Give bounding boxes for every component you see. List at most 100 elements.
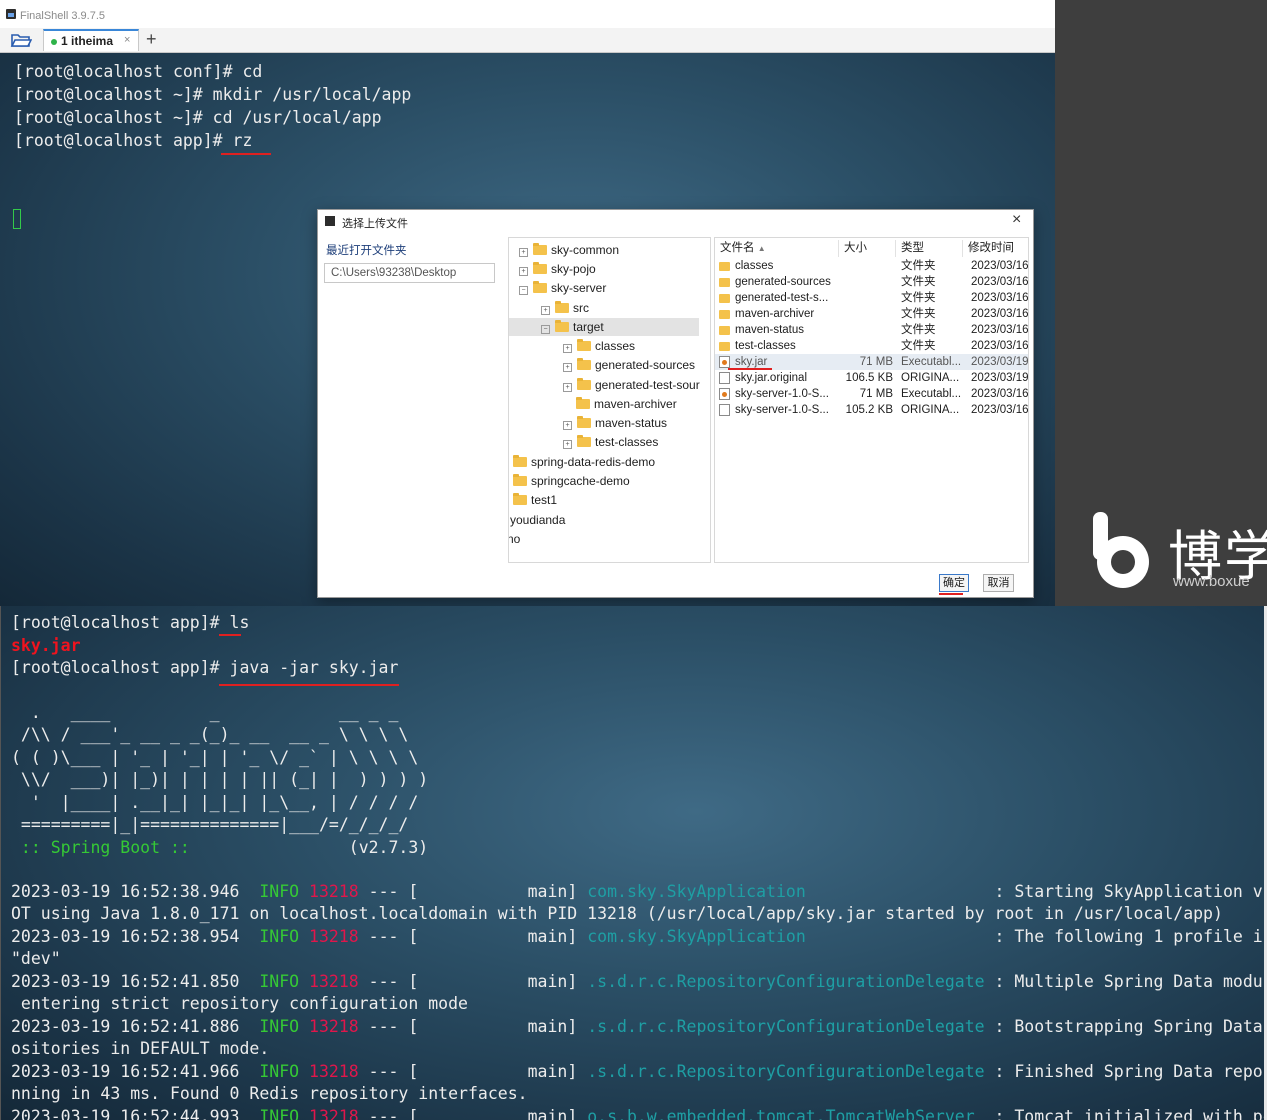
tab-itheima[interactable]: 1 itheima × <box>43 29 139 51</box>
expand-icon[interactable]: + <box>563 383 572 392</box>
tree-item-label: youdianda <box>510 513 566 527</box>
expand-icon[interactable]: + <box>563 421 572 430</box>
collapse-icon[interactable]: − <box>519 286 528 295</box>
terminal-bottom[interactable]: [root@localhost app]# ls sky.jar [root@l… <box>0 606 1264 1120</box>
highlight-underline <box>219 684 399 686</box>
tree-item-sky-server[interactable]: − sky-server <box>519 279 606 297</box>
tree-item-label: maven-status <box>595 416 668 430</box>
log-thread: --- [ main] <box>358 1107 588 1120</box>
tree-item-youdianda[interactable]: youdianda <box>510 511 565 529</box>
sort-up-icon: ▲ <box>757 244 766 253</box>
boxue-logo-icon <box>1093 512 1149 588</box>
tree-item-label: no <box>508 532 521 546</box>
log-line: 2023-03-19 16:52:41.886 INFO 13218 --- [… <box>11 1017 1264 1036</box>
file-row[interactable]: classes 文件夹 2023/03/16 <box>715 258 1028 274</box>
folder-tree: + sky-common + sky-pojo − sky-server + src −… <box>508 237 711 563</box>
file-name: sky-server-1.0-S... <box>735 388 829 400</box>
ok-button[interactable]: 确定 <box>939 574 969 592</box>
column-header-type[interactable]: 类型 <box>896 240 963 257</box>
tree-item-classes[interactable]: + classes <box>563 337 635 355</box>
file-type: 文件夹 <box>901 276 936 288</box>
path-field[interactable] <box>324 263 495 283</box>
log-message: : Finished Spring Data repository <box>994 1062 1264 1081</box>
column-header-size[interactable]: 大小 <box>839 240 896 257</box>
tree-item-generated-test-sources[interactable]: + generated-test-sour <box>563 376 700 394</box>
expand-icon[interactable]: + <box>519 267 528 276</box>
file-row[interactable]: sky.jar.original 106.5 KB ORIGINA... 2023/0… <box>715 370 1028 386</box>
terminal-cursor <box>13 209 21 229</box>
highlight-underline <box>219 634 241 636</box>
tree-item-sky-common[interactable]: + sky-common <box>519 241 619 259</box>
finalshell-window: FinalShell 3.9.7.5 1 itheima × + [root@l… <box>0 0 1055 606</box>
tree-item-springcache-demo[interactable]: springcache-demo <box>513 472 630 490</box>
file-name: sky-server-1.0-S... <box>735 404 829 416</box>
collapse-icon[interactable]: − <box>541 325 550 334</box>
folder-icon <box>533 243 547 255</box>
tree-item-label: spring-data-redis-demo <box>531 455 656 469</box>
close-icon[interactable]: × <box>124 34 130 46</box>
tree-item-label: generated-test-sour <box>595 378 700 392</box>
file-row[interactable]: maven-status 文件夹 2023/03/16 <box>715 322 1028 338</box>
file-row[interactable]: sky-server-1.0-S... 105.2 KB ORIGINA... 202… <box>715 402 1028 418</box>
tree-item-target[interactable]: − target <box>509 318 699 336</box>
expand-icon[interactable]: + <box>541 306 550 315</box>
banner-line: /\\ / ___'_ __ _ _(_)_ __ __ _ \ \ \ \ <box>11 725 409 744</box>
file-size: 106.5 KB <box>845 372 893 384</box>
folder-icon <box>719 310 730 319</box>
log-thread: --- [ main] <box>358 972 588 991</box>
file-type: Executabl... <box>901 388 962 400</box>
file-type: 文件夹 <box>901 324 936 336</box>
log-line: 2023-03-19 16:52:38.946 INFO 13218 --- [… <box>11 882 1264 901</box>
log-line: 2023-03-19 16:52:38.954 INFO 13218 --- [… <box>11 927 1264 946</box>
tree-item-test-classes[interactable]: + test-classes <box>563 433 658 451</box>
file-name: test-classes <box>735 340 796 352</box>
folder-open-icon[interactable] <box>10 31 32 49</box>
log-line: OT using Java 1.8.0_171 on localhost.loc… <box>11 904 1223 923</box>
file-type: 文件夹 <box>901 260 936 272</box>
watermark-url: www.boxue <box>1173 573 1250 590</box>
tree-item-no[interactable]: no <box>508 530 521 548</box>
column-header-name[interactable]: 文件名 ▲ <box>715 240 839 257</box>
window-title: FinalShell 3.9.7.5 <box>20 10 105 22</box>
file-date: 2023/03/19 <box>971 356 1029 368</box>
file-row[interactable]: sky-server-1.0-S... 71 MB Executabl... 2023… <box>715 386 1028 402</box>
tree-item-maven-status[interactable]: + maven-status <box>563 414 667 432</box>
file-icon <box>719 404 730 416</box>
ls-output: sky.jar <box>11 636 81 655</box>
expand-icon[interactable]: + <box>519 248 528 257</box>
tree-item-spring-data-redis-demo[interactable]: spring-data-redis-demo <box>513 453 655 471</box>
tree-item-maven-archiver[interactable]: maven-archiver <box>576 395 677 413</box>
close-icon[interactable]: × <box>1012 211 1021 229</box>
folder-icon <box>719 294 730 303</box>
log-thread: --- [ main] <box>358 1062 588 1081</box>
tree-item-test1[interactable]: test1 <box>513 491 557 509</box>
tree-item-generated-sources[interactable]: + generated-sources <box>563 356 695 374</box>
folder-icon <box>513 493 527 505</box>
tree-item-label: src <box>573 301 589 315</box>
expand-icon[interactable]: + <box>563 344 572 353</box>
expand-icon[interactable]: + <box>563 363 572 372</box>
file-row[interactable]: test-classes 文件夹 2023/03/16 <box>715 338 1028 354</box>
file-row[interactable]: generated-sources 文件夹 2023/03/16 <box>715 274 1028 290</box>
log-message: : Starting SkyApplication v1.0-SN <box>994 882 1264 901</box>
file-row[interactable]: maven-archiver 文件夹 2023/03/16 <box>715 306 1028 322</box>
column-header-date[interactable]: 修改时间 <box>963 240 1028 257</box>
file-size: 71 MB <box>859 388 893 400</box>
cancel-button[interactable]: 取消 <box>983 574 1014 592</box>
log-pid: 13218 <box>309 1017 359 1036</box>
folder-icon <box>719 278 730 287</box>
plus-icon[interactable]: + <box>146 29 157 49</box>
log-level: INFO <box>259 1062 300 1081</box>
tab-bar: 1 itheima × + <box>0 28 1055 53</box>
file-type: 文件夹 <box>901 292 936 304</box>
tree-item-label: sky-server <box>551 281 607 295</box>
tree-item-src[interactable]: + src <box>541 299 589 317</box>
expand-icon[interactable]: + <box>563 440 572 449</box>
file-row[interactable]: generated-test-s... 文件夹 2023/03/16 <box>715 290 1028 306</box>
tree-item-sky-pojo[interactable]: + sky-pojo <box>519 260 596 278</box>
tree-item-label: springcache-demo <box>531 474 630 488</box>
tree-item-label: classes <box>595 339 636 353</box>
tree-item-label: target <box>573 320 604 334</box>
log-timestamp: 2023-03-19 16:52:41.886 <box>11 1017 260 1036</box>
folder-icon <box>513 455 527 467</box>
